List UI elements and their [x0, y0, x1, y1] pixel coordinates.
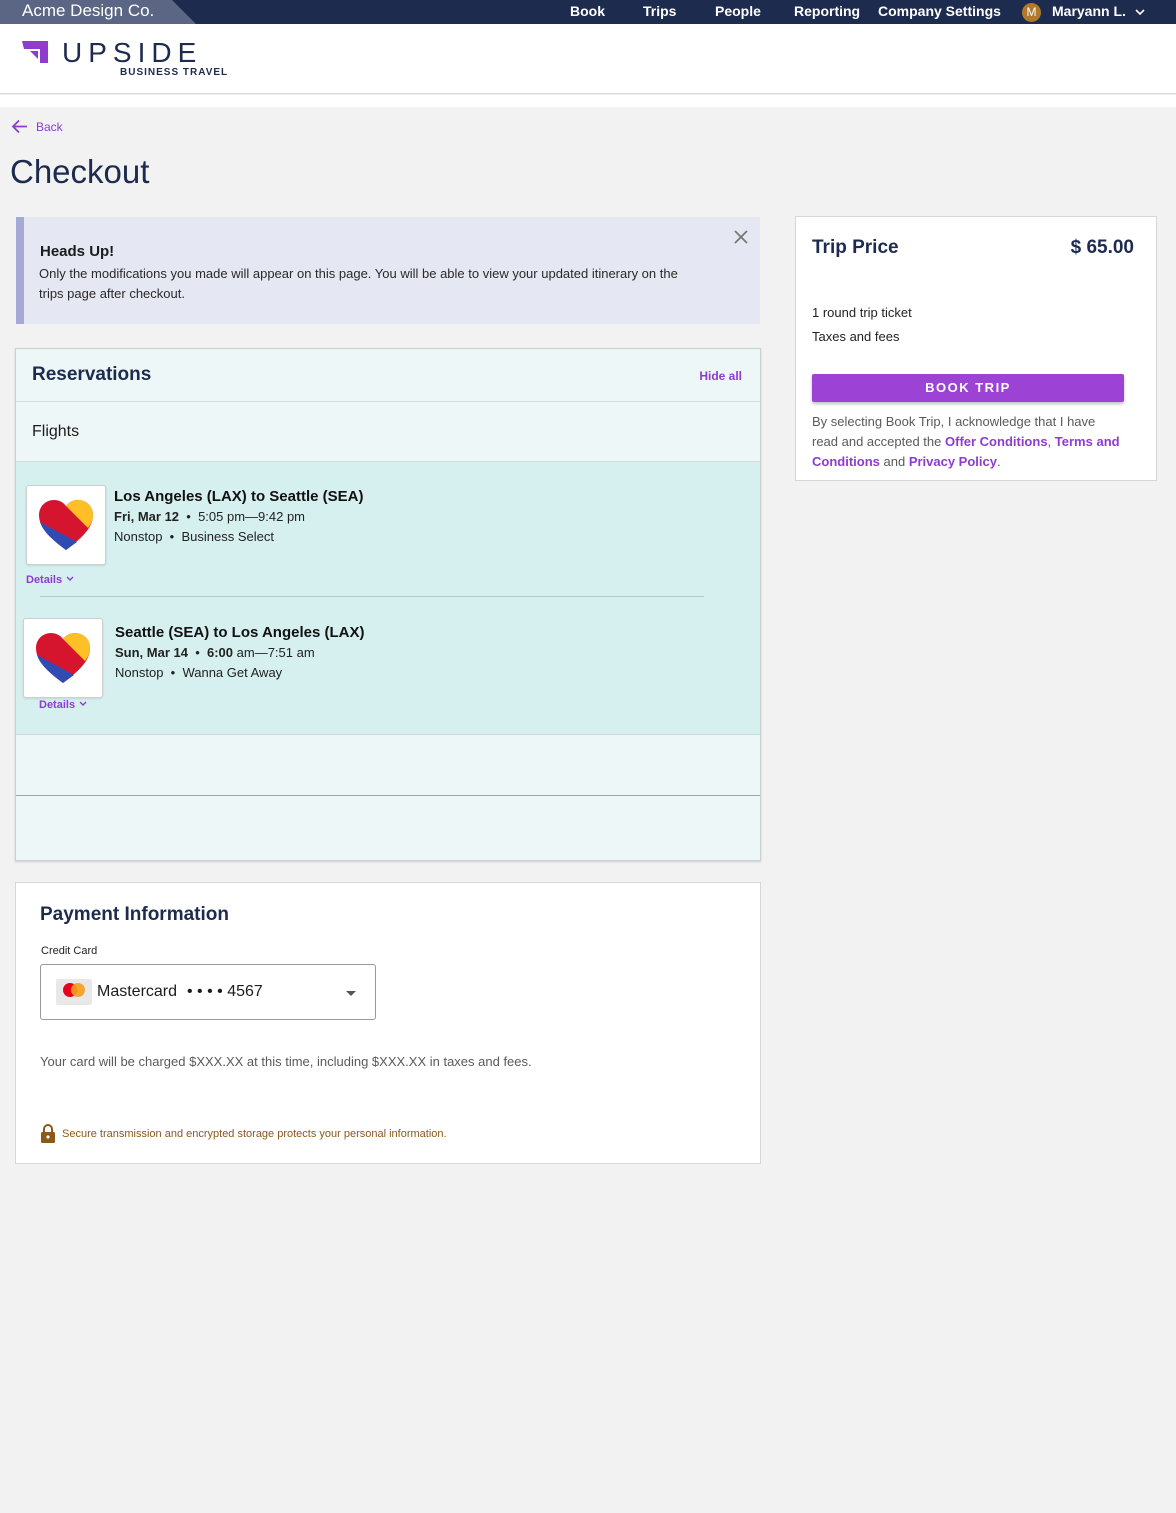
nav-trips[interactable]: Trips — [643, 3, 676, 19]
ack-and: and — [879, 454, 909, 469]
fare-class: Business Select — [181, 529, 274, 544]
nav-company-settings[interactable]: Company Settings — [878, 3, 1001, 19]
brand-subtitle: BUSINESS TRAVEL — [120, 67, 229, 78]
flight-time-start: 6:00 — [207, 645, 234, 660]
alert-body: Only the modifications you made will app… — [39, 266, 678, 301]
close-icon[interactable] — [733, 229, 749, 245]
flight-details-toggle[interactable]: Details — [39, 699, 88, 711]
top-nav-bar: Acme Design Co. Book Trips People Report… — [0, 0, 1176, 24]
airline-logo — [26, 485, 106, 565]
details-label: Details — [39, 699, 76, 711]
reservations-title: Reservations — [32, 364, 152, 385]
trip-price-title: Trip Price — [812, 237, 899, 258]
details-label: Details — [26, 574, 63, 586]
page-title: Checkout — [10, 153, 150, 190]
airline-logo — [23, 618, 103, 698]
nav-reporting[interactable]: Reporting — [794, 3, 860, 19]
header-spacer — [0, 95, 1176, 107]
lock-icon — [41, 1124, 55, 1143]
trip-price-card: Trip Price $ 65.00 1 round trip ticket T… — [795, 216, 1157, 481]
acknowledgement-text: By selecting Book Trip, I acknowledge th… — [812, 412, 1122, 472]
back-label: Back — [36, 119, 63, 134]
flight-stops: Nonstop — [115, 665, 164, 680]
bullet: • — [191, 645, 204, 660]
nav-people[interactable]: People — [715, 3, 761, 19]
ack-period: . — [996, 454, 1001, 469]
bullet: • — [166, 529, 178, 544]
flight-date: Fri, Mar 12 — [114, 509, 180, 524]
company-switcher[interactable]: Acme Design Co. — [0, 0, 196, 24]
heads-up-alert: Heads Up! Only the modifications you mad… — [16, 217, 760, 324]
flights-list: Los Angeles (LAX) to Seattle (SEA) Fri, … — [16, 462, 760, 734]
flight-date: Sun, Mar 14 — [115, 645, 188, 660]
divider — [16, 401, 760, 402]
price-line-taxes: Taxes and fees — [812, 329, 900, 344]
divider — [40, 596, 704, 597]
flight-time: 5:05 pm—9:42 pm — [198, 509, 306, 524]
mastercard-icon — [56, 979, 92, 1005]
bullet: • — [182, 509, 195, 524]
divider — [16, 795, 760, 796]
avatar[interactable]: M — [1022, 3, 1041, 22]
reservations-panel: Reservations Hide all Flights Los Angele… — [15, 348, 761, 861]
ack-comma: , — [1047, 434, 1052, 449]
fare-class: Wanna Get Away — [182, 665, 283, 680]
flight-time: am—7:51 am — [233, 645, 315, 660]
caret-down-icon — [346, 991, 356, 996]
app-header: UPSIDE BUSINESS TRAVEL — [0, 24, 1176, 94]
back-link[interactable]: Back — [11, 118, 63, 135]
book-trip-button[interactable]: BOOK TRIP — [812, 374, 1124, 402]
flight-route: Los Angeles (LAX) to Seattle (SEA) — [114, 488, 364, 505]
southwest-heart-icon — [36, 633, 90, 683]
payment-panel: Payment Information Credit Card Masterca… — [15, 882, 761, 1164]
divider — [16, 734, 760, 735]
alert-title: Heads Up! — [40, 243, 115, 260]
flight-details-toggle[interactable]: Details — [26, 574, 75, 586]
upside-logo-icon[interactable] — [22, 41, 50, 63]
security-text: Secure transmission and encrypted storag… — [62, 1127, 447, 1140]
credit-card-select[interactable]: Mastercard • • • • 4567 — [40, 964, 376, 1020]
arrow-left-icon — [11, 119, 27, 134]
chevron-down-icon[interactable] — [1134, 2, 1146, 25]
payment-title: Payment Information — [40, 904, 229, 925]
company-name: Acme Design Co. — [22, 1, 155, 20]
price-line-ticket: 1 round trip ticket — [812, 305, 912, 320]
flights-section-label: Flights — [32, 423, 80, 440]
credit-card-label: Credit Card — [41, 945, 98, 957]
user-name[interactable]: Maryann L. — [1052, 3, 1126, 19]
charge-notice: Your card will be charged $XXX.XX at thi… — [40, 1054, 532, 1069]
flight-schedule: Sun, Mar 14 • 6:00 am—7:51 am — [115, 645, 315, 660]
hide-all-link[interactable]: Hide all — [699, 369, 742, 383]
security-notice: Secure transmission and encrypted storag… — [40, 1123, 447, 1144]
flight-fare: Nonstop • Wanna Get Away — [115, 665, 282, 680]
card-brand: Mastercard — [97, 983, 178, 1000]
offer-conditions-link[interactable]: Offer Conditions — [945, 434, 1048, 449]
flight-stops: Nonstop — [114, 529, 163, 544]
southwest-heart-icon — [39, 500, 93, 550]
brand-name: UPSIDE — [62, 37, 203, 68]
privacy-policy-link[interactable]: Privacy Policy — [909, 454, 997, 469]
chevron-down-icon — [79, 701, 87, 706]
trip-price-amount: $ 65.00 — [1070, 237, 1134, 258]
nav-book[interactable]: Book — [570, 3, 605, 19]
bullet: • — [167, 665, 179, 680]
card-number: • • • • 4567 — [187, 983, 263, 1000]
flight-schedule: Fri, Mar 12 • 5:05 pm—9:42 pm — [114, 509, 305, 524]
chevron-down-icon — [66, 576, 74, 581]
flight-fare: Nonstop • Business Select — [114, 529, 274, 544]
flight-route: Seattle (SEA) to Los Angeles (LAX) — [115, 624, 365, 641]
